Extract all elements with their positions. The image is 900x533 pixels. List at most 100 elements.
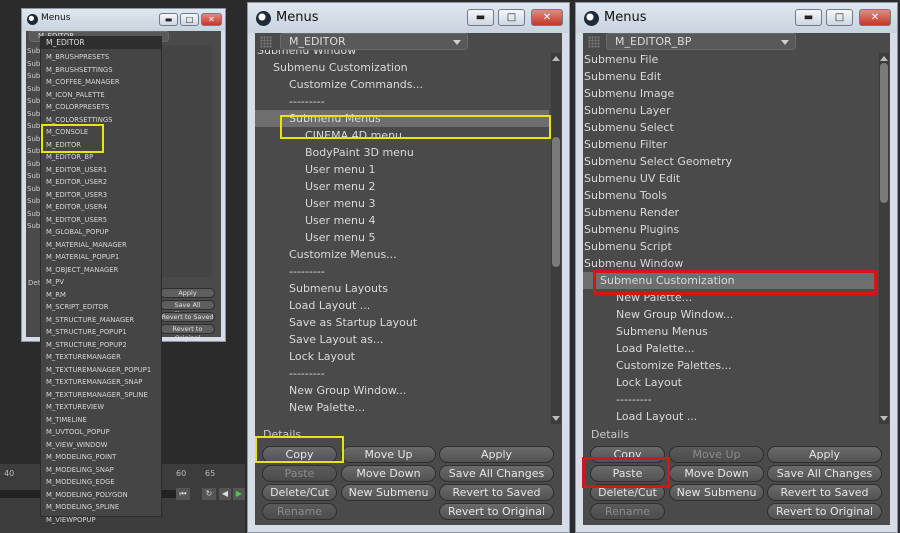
play-icon[interactable]: ▶	[233, 488, 245, 500]
loop-icon[interactable]: ↻	[202, 488, 216, 500]
scroll-up-icon[interactable]	[880, 56, 888, 61]
bp-window-titlebar[interactable]: Menus ▬ □ ✕	[576, 3, 897, 33]
tree-item[interactable]: ---------	[255, 263, 549, 280]
popup-item[interactable]: M_MODELING_SPLINE	[46, 501, 159, 514]
popup-item[interactable]: M_MODELING_SNAP	[46, 464, 159, 477]
popup-item[interactable]: M_MODELING_EDGE	[46, 476, 159, 489]
minimize-icon[interactable]: ▬	[795, 9, 822, 26]
revert-to-original-button[interactable]: Revert to Original	[767, 503, 882, 520]
popup-item[interactable]: M_BRUSHSETTINGS	[46, 64, 159, 77]
tree-item[interactable]: Customize Menus...	[255, 246, 549, 263]
tree-item[interactable]: Submenu Customization	[255, 59, 549, 76]
popup-item[interactable]: M_EDITOR_USER1	[46, 164, 159, 177]
small-window-titlebar[interactable]: Menus ▬ □ ✕	[22, 9, 225, 31]
apply-button[interactable]: Apply	[439, 446, 554, 463]
revert-to-saved-button[interactable]: Revert to Saved	[439, 484, 554, 501]
small-revert-original-button[interactable]: Revert to Original	[160, 324, 215, 342]
tree-item[interactable]: Submenu Image	[583, 85, 877, 102]
popup-item[interactable]: M_MODELING_POLYGON	[46, 489, 159, 502]
popup-item[interactable]: M_ICON_PALETTE	[46, 89, 159, 102]
tree-item[interactable]: Submenu Plugins	[583, 221, 877, 238]
scroll-down-icon[interactable]	[880, 416, 888, 421]
tree-item[interactable]: Submenu Select	[583, 119, 877, 136]
popup-item[interactable]: M_TEXTUREVIEW	[46, 401, 159, 414]
tree-item[interactable]: Submenu Edit	[583, 68, 877, 85]
move-up-button[interactable]: Move Up	[669, 446, 764, 463]
new-submenu-button[interactable]: New Submenu	[341, 484, 436, 501]
bp-menu-dropdown[interactable]: M_EDITOR_BP	[606, 33, 796, 50]
popup-item[interactable]: M_TIMELINE	[46, 414, 159, 427]
tree-item[interactable]: Load Layout ...	[255, 297, 549, 314]
close-icon[interactable]: ✕	[201, 13, 222, 26]
popup-item[interactable]: M_VIEWPOPUP	[46, 514, 159, 527]
tree-item[interactable]: Save as Startup Layout	[255, 314, 549, 331]
editor-window-titlebar[interactable]: Menus ▬ □ ✕	[248, 3, 569, 33]
editor-menu-dropdown[interactable]: M_EDITOR	[280, 33, 468, 50]
tree-item[interactable]: Submenu File	[583, 53, 877, 68]
editor-tree-list[interactable]: Submenu Window Submenu Customization Custo…	[255, 50, 549, 424]
popup-item[interactable]: M_EDITOR_USER4	[46, 201, 159, 214]
bp-tree-list[interactable]: Submenu File Submenu Edit Submenu Image Sub…	[583, 53, 877, 424]
tree-item[interactable]: Lock Layout	[583, 374, 877, 391]
tree-item[interactable]: User menu 2	[255, 178, 549, 195]
gripper-icon[interactable]	[588, 36, 600, 48]
tree-item[interactable]: Customize Commands...	[255, 76, 549, 93]
rename-button[interactable]: Rename	[262, 503, 337, 520]
tree-item[interactable]: Submenu Tools	[583, 187, 877, 204]
popup-item[interactable]: M_COFFEE_MANAGER	[46, 76, 159, 89]
delete-cut-button[interactable]: Delete/Cut	[262, 484, 337, 501]
tree-item[interactable]: Submenu Filter	[583, 136, 877, 153]
popup-item[interactable]: M_STRUCTURE_MANAGER	[46, 314, 159, 327]
bp-scroll-thumb[interactable]	[880, 63, 888, 203]
editor-scroll-thumb[interactable]	[552, 137, 560, 267]
revert-to-saved-button[interactable]: Revert to Saved	[767, 484, 882, 501]
popup-item[interactable]: M_UVTOOL_POPUP	[46, 426, 159, 439]
tree-item[interactable]: Load Palette...	[583, 340, 877, 357]
popup-item[interactable]: M_TEXTUREMANAGER_SPLINE	[46, 389, 159, 402]
bp-scrollbar[interactable]	[879, 53, 889, 424]
tree-item[interactable]: User menu 3	[255, 195, 549, 212]
popup-item[interactable]: M_PV	[46, 276, 159, 289]
save-all-changes-button[interactable]: Save All Changes	[439, 465, 554, 482]
scroll-up-icon[interactable]	[552, 56, 560, 61]
tree-item[interactable]: Lock Layout	[255, 348, 549, 365]
popup-item[interactable]: M_SCRIPT_EDITOR	[46, 301, 159, 314]
tree-item[interactable]: User menu 4	[255, 212, 549, 229]
tree-item[interactable]: New Group Window...	[255, 382, 549, 399]
tree-item[interactable]: User menu 5	[255, 229, 549, 246]
tree-item[interactable]: Load Layout ...	[583, 408, 877, 424]
scroll-down-icon[interactable]	[552, 416, 560, 421]
tree-item[interactable]: Submenu Select Geometry	[583, 153, 877, 170]
popup-item[interactable]: M_STRUCTURE_POPUP1	[46, 326, 159, 339]
popup-item[interactable]: M_TEXTUREMANAGER_POPUP1	[46, 364, 159, 377]
small-apply-button[interactable]: Apply	[160, 288, 215, 298]
save-all-changes-button[interactable]: Save All Changes	[767, 465, 882, 482]
popup-item[interactable]: M_EDITOR_USER5	[46, 214, 159, 227]
tree-item[interactable]: Customize Palettes...	[583, 357, 877, 374]
move-up-button[interactable]: Move Up	[341, 446, 436, 463]
close-icon[interactable]: ✕	[531, 9, 563, 26]
tree-item[interactable]: ---------	[255, 365, 549, 382]
tree-item[interactable]: ---------	[583, 391, 877, 408]
popup-item[interactable]: M_BRUSHPRESETS	[46, 51, 159, 64]
tree-item[interactable]: User menu 1	[255, 161, 549, 178]
go-start-icon[interactable]: ⏮	[176, 488, 190, 500]
tree-item[interactable]: Submenu Menus	[583, 323, 877, 340]
minimize-icon[interactable]: ▬	[467, 9, 494, 26]
prev-frame-icon[interactable]: ◀	[219, 488, 231, 500]
popup-item[interactable]: M_RM	[46, 289, 159, 302]
close-icon[interactable]: ✕	[859, 9, 891, 26]
maximize-icon[interactable]: □	[498, 9, 525, 26]
tree-item[interactable]: Submenu UV Edit	[583, 170, 877, 187]
tree-item[interactable]: New Palette...	[255, 399, 549, 416]
popup-item[interactable]: M_OBJECT_MANAGER	[46, 264, 159, 277]
popup-item[interactable]: M_EDITOR_USER2	[46, 176, 159, 189]
popup-item[interactable]: M_MODELING_POINT	[46, 451, 159, 464]
popup-item[interactable]: M_VIEW_WINDOW	[46, 439, 159, 452]
tree-item[interactable]: ---------	[255, 93, 549, 110]
editor-scrollbar[interactable]	[551, 53, 561, 424]
tree-item[interactable]: New Group Window...	[583, 306, 877, 323]
popup-item[interactable]: M_STRUCTURE_POPUP2	[46, 339, 159, 352]
popup-item[interactable]: M_EDITOR_USER3	[46, 189, 159, 202]
popup-item[interactable]: M_GLOBAL_POPUP	[46, 226, 159, 239]
